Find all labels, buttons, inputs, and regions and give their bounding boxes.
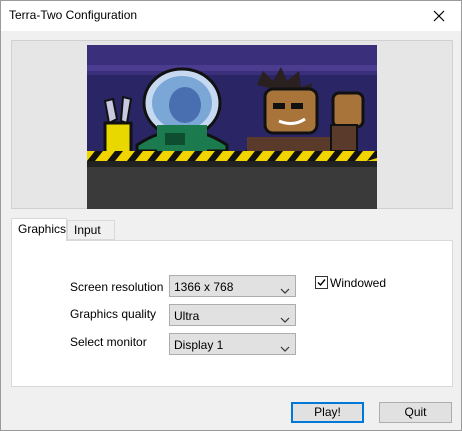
- select-monitor-value: Display 1: [174, 338, 224, 352]
- select-monitor-label: Select monitor: [70, 335, 147, 349]
- game-banner-image: [87, 45, 377, 209]
- window-title: Terra-Two Configuration: [9, 8, 138, 22]
- chevron-down-icon: [280, 312, 290, 326]
- close-icon: [433, 10, 445, 22]
- tab-input[interactable]: Input: [67, 220, 115, 240]
- screen-resolution-label: Screen resolution: [70, 280, 164, 294]
- chevron-down-icon: [280, 283, 290, 297]
- windowed-checkbox[interactable]: [315, 276, 328, 289]
- play-button[interactable]: Play!: [291, 402, 364, 423]
- config-window: Terra-Two Configuration Graphics Input S…: [0, 0, 462, 431]
- select-monitor-select[interactable]: Display 1: [169, 333, 296, 355]
- windowed-label[interactable]: Windowed: [330, 276, 386, 290]
- hazard-stripe: [87, 151, 377, 161]
- screen-resolution-value: 1366 x 768: [174, 280, 234, 294]
- tab-graphics[interactable]: Graphics: [11, 218, 67, 241]
- graphics-quality-label: Graphics quality: [70, 307, 157, 321]
- close-button[interactable]: [417, 1, 461, 31]
- graphics-quality-value: Ultra: [174, 309, 200, 323]
- chevron-down-icon: [280, 341, 290, 355]
- quit-button[interactable]: Quit: [379, 402, 452, 423]
- screen-resolution-select[interactable]: 1366 x 768: [169, 275, 296, 297]
- title-bar: Terra-Two Configuration: [1, 1, 461, 31]
- graphics-quality-select[interactable]: Ultra: [169, 304, 296, 326]
